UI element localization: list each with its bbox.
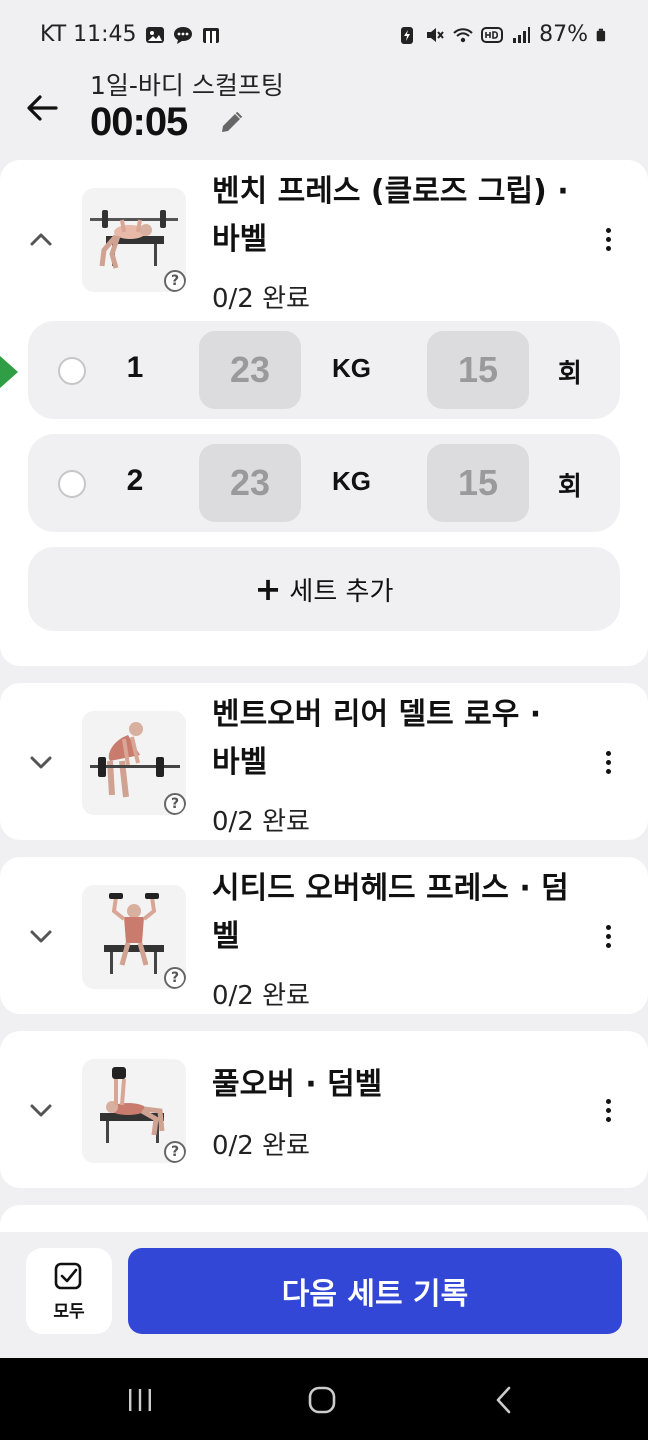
exercise-progress: 0/2 완료 xyxy=(212,1131,310,1161)
plus-icon: + xyxy=(254,570,282,608)
system-nav-bar xyxy=(0,1358,648,1440)
battery-icon xyxy=(596,28,606,41)
help-icon[interactable]: ? xyxy=(164,793,186,815)
select-all-label: 모두 xyxy=(53,1301,85,1322)
exercise-title[interactable]: 벤트오버 리어 델트 로우 · 바벨 xyxy=(212,691,572,787)
weight-unit: KG xyxy=(332,353,371,383)
exercise-card: ? 풀오버 · 덤벨 0/2 완료 xyxy=(0,1031,648,1188)
chat-icon xyxy=(173,26,192,44)
exercise-thumbnail[interactable]: ? xyxy=(82,711,186,815)
workout-header: 1일-바디 스컬프팅 00:05 xyxy=(0,64,648,160)
current-set-marker xyxy=(0,356,18,388)
exercise-thumbnail[interactable]: ? xyxy=(82,1059,186,1163)
wifi-icon xyxy=(453,27,473,42)
chevron-down-icon[interactable] xyxy=(26,921,56,951)
reps-unit: 회 xyxy=(558,358,582,388)
set-row: 2 23 KG 15 회 xyxy=(28,434,620,532)
weight-input[interactable]: 23 xyxy=(199,331,301,409)
exercise-card: ? 시티드 오버헤드 프레스 · 덤벨 0/2 완료 xyxy=(0,857,648,1014)
system-back-button[interactable] xyxy=(482,1378,526,1422)
help-icon[interactable]: ? xyxy=(164,1141,186,1163)
exercise-progress: 0/2 완료 xyxy=(212,981,310,1011)
app-icon xyxy=(202,27,219,43)
chevron-up-icon[interactable] xyxy=(26,224,56,254)
kebab-icon[interactable] xyxy=(596,224,620,254)
add-set-button[interactable]: + 세트 추가 xyxy=(28,547,620,631)
recents-button[interactable] xyxy=(118,1378,162,1422)
exercise-title[interactable]: 시티드 오버헤드 프레스 · 덤벨 xyxy=(212,865,572,961)
checkbox-icon xyxy=(54,1262,82,1289)
exercise-title[interactable]: 풀오버 · 덤벨 xyxy=(212,1061,572,1109)
exercise-card: ? 벤트오버 리어 델트 로우 · 바벨 0/2 완료 xyxy=(0,683,648,840)
exercise-thumbnail[interactable]: ? xyxy=(82,188,186,292)
recents-icon xyxy=(129,1389,151,1411)
add-set-label: 세트 추가 xyxy=(289,576,394,607)
record-next-set-button[interactable]: 다음 세트 기록 xyxy=(128,1248,622,1334)
reps-input[interactable]: 15 xyxy=(427,444,529,522)
weight-unit: KG xyxy=(332,466,371,496)
set-number: 1 xyxy=(126,351,144,384)
chevron-left-icon xyxy=(496,1386,511,1414)
kebab-icon[interactable] xyxy=(596,921,620,951)
exercise-title[interactable]: 벤치 프레스 (클로즈 그립) · 바벨 xyxy=(212,168,572,264)
reps-input[interactable]: 15 xyxy=(427,331,529,409)
arrow-left-icon xyxy=(27,95,58,121)
set-complete-toggle[interactable] xyxy=(58,357,86,385)
exercise-card: ? 벤치 프레스 (클로즈 그립) · 바벨 0/2 완료 1 23 KG 15… xyxy=(0,160,648,666)
help-icon[interactable]: ? xyxy=(164,270,186,292)
hd-icon xyxy=(481,26,504,43)
exercise-progress: 0/2 완료 xyxy=(212,284,310,314)
select-all-button[interactable]: 모두 xyxy=(26,1248,112,1334)
back-button[interactable] xyxy=(22,88,62,128)
home-button[interactable] xyxy=(300,1378,344,1422)
chevron-down-icon[interactable] xyxy=(26,747,56,777)
image-icon xyxy=(145,26,164,43)
home-icon xyxy=(308,1386,336,1414)
exercise-progress: 0/2 완료 xyxy=(212,807,310,837)
mute-icon xyxy=(427,27,444,42)
reps-unit: 회 xyxy=(558,471,582,501)
bottom-action-bar: 모두 다음 세트 기록 xyxy=(0,1232,648,1358)
kebab-icon[interactable] xyxy=(596,1095,620,1125)
kebab-icon[interactable] xyxy=(596,747,620,777)
routine-name: 1일-바디 스컬프팅 xyxy=(90,71,284,100)
weight-input[interactable]: 23 xyxy=(199,444,301,522)
signal-icon xyxy=(513,26,531,43)
help-icon[interactable]: ? xyxy=(164,967,186,989)
status-bar: KT 11:45 87% xyxy=(0,0,648,64)
chevron-down-icon[interactable] xyxy=(26,1095,56,1125)
set-number: 2 xyxy=(126,464,144,497)
workout-timer: 00:05 xyxy=(90,100,188,144)
status-time: KT 11:45 xyxy=(40,22,137,47)
battery-percent: 87% xyxy=(539,22,588,47)
pencil-icon[interactable] xyxy=(218,110,244,136)
set-complete-toggle[interactable] xyxy=(58,470,86,498)
exercise-thumbnail[interactable]: ? xyxy=(82,885,186,989)
battery-saver-icon xyxy=(401,26,414,44)
set-row: 1 23 KG 15 회 xyxy=(28,321,620,419)
